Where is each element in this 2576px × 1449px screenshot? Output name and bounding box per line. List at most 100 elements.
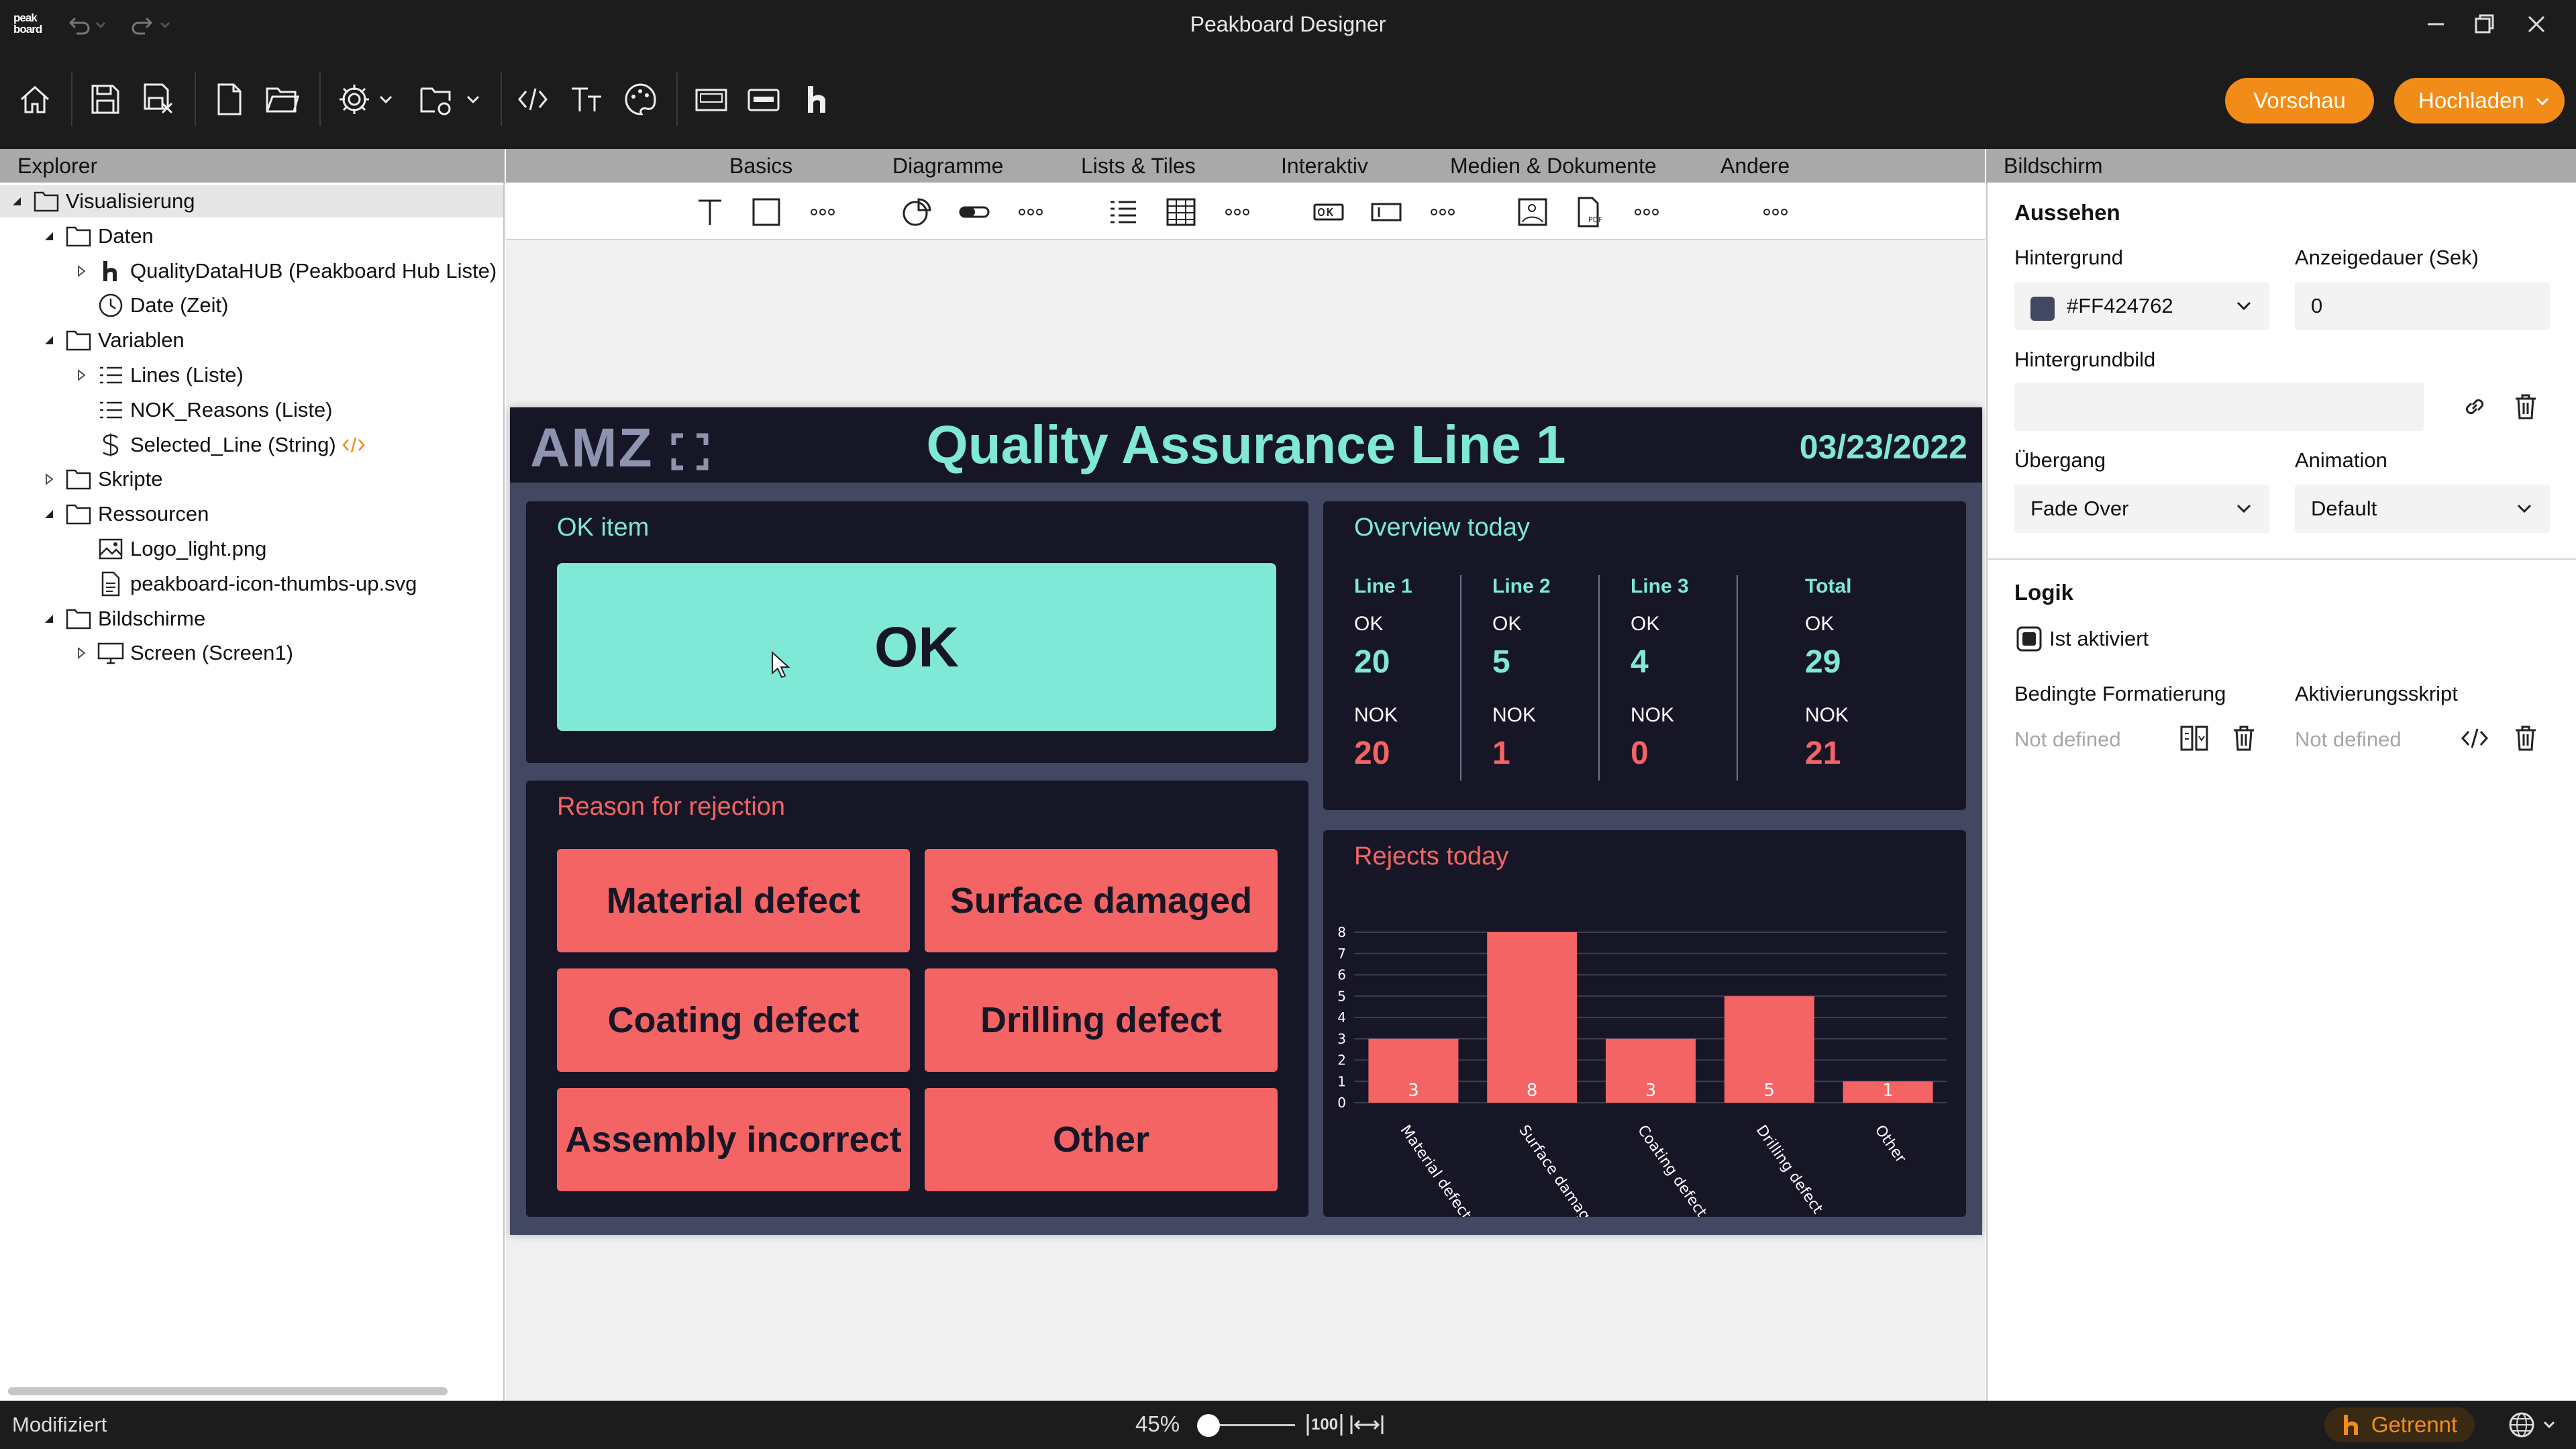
delete-icon[interactable]: [2226, 721, 2261, 756]
palette-icon[interactable]: [619, 78, 662, 121]
text-element-icon[interactable]: [690, 192, 730, 232]
new-file-icon[interactable]: [208, 78, 251, 121]
reason-button-material-defect[interactable]: Material defect: [557, 849, 910, 952]
tree-item[interactable]: peakboard-icon-thumbs-up.svg: [0, 568, 503, 600]
chevron-down-icon[interactable]: [376, 78, 396, 121]
tree-item[interactable]: Bildschirme: [0, 603, 503, 635]
expand-arrow-icon[interactable]: [40, 332, 58, 349]
display-duration-label: Anzeigedauer (Sek): [2295, 246, 2479, 269]
reason-button-drilling-defect[interactable]: Drilling defect: [925, 968, 1278, 1072]
zoom-slider-handle[interactable]: [1197, 1414, 1220, 1437]
dashboard-screen[interactable]: AMZ Quality Assurance Line 1 03/23/2022 …: [510, 407, 1982, 1235]
delete-icon[interactable]: [2508, 389, 2543, 424]
tab-other[interactable]: Andere: [1720, 149, 1790, 183]
horizontal-scrollbar[interactable]: [8, 1387, 448, 1395]
close-icon[interactable]: [2523, 11, 2550, 38]
tree-item[interactable]: Variablen: [0, 324, 503, 356]
collapse-arrow-icon[interactable]: [72, 644, 90, 662]
background-image-input[interactable]: [2014, 383, 2424, 431]
open-folder-icon[interactable]: [260, 78, 303, 121]
more-lists-icon[interactable]: [1217, 192, 1257, 232]
fit-width-icon[interactable]: [1349, 1411, 1385, 1438]
reason-button-assembly-incorrect[interactable]: Assembly incorrect: [557, 1088, 910, 1191]
settings-icon[interactable]: [333, 78, 376, 121]
list-element-icon[interactable]: [1103, 192, 1143, 232]
link-icon[interactable]: [2457, 389, 2492, 424]
textbox-element-icon[interactable]: [1366, 192, 1406, 232]
button-element-icon[interactable]: [1308, 192, 1349, 232]
image-element-icon[interactable]: [1512, 192, 1553, 232]
reason-button-other[interactable]: Other: [925, 1088, 1278, 1191]
collapse-arrow-icon[interactable]: [72, 366, 90, 384]
script-code-icon[interactable]: [342, 435, 366, 455]
preview-button[interactable]: Vorschau: [2225, 78, 2374, 123]
transition-dropdown[interactable]: Fade Over: [2014, 485, 2269, 533]
table-element-icon[interactable]: [1161, 192, 1201, 232]
language-globe-icon[interactable]: [2507, 1410, 2563, 1440]
tab-diagrams[interactable]: Diagramme: [892, 149, 1003, 183]
project-settings-icon[interactable]: [415, 78, 458, 121]
pie-chart-icon[interactable]: [896, 192, 937, 232]
tree-item[interactable]: Skripte: [0, 463, 503, 495]
connection-status-badge[interactable]: Getrennt: [2324, 1407, 2475, 1442]
reason-button-coating-defect[interactable]: Coating defect: [557, 968, 910, 1072]
code-icon[interactable]: [511, 78, 554, 121]
tree-item[interactable]: Logo_light.png: [0, 533, 503, 565]
tab-interactive[interactable]: Interaktiv: [1281, 149, 1368, 183]
minimize-icon[interactable]: [2422, 11, 2449, 38]
tab-media-documents[interactable]: Medien & Dokumente: [1450, 149, 1657, 183]
display-duration-input[interactable]: 0: [2295, 282, 2550, 330]
ok-label: OK: [1631, 613, 1660, 635]
pdf-element-icon[interactable]: PDF: [1569, 192, 1609, 232]
animation-value: Default: [2311, 497, 2377, 520]
tree-item[interactable]: Screen (Screen1): [0, 637, 503, 669]
more-interactive-icon[interactable]: [1423, 192, 1463, 232]
more-media-icon[interactable]: [1627, 192, 1667, 232]
tree-item[interactable]: Visualisierung: [0, 185, 503, 217]
rectangle-element-icon[interactable]: [746, 192, 786, 232]
more-basics-icon[interactable]: [803, 192, 843, 232]
save-icon[interactable]: [83, 78, 126, 121]
hub-icon[interactable]: [796, 78, 839, 121]
zoom-100-button[interactable]: 100: [1306, 1411, 1343, 1438]
tree-item[interactable]: Selected_Line (String): [0, 429, 503, 461]
expand-arrow-icon[interactable]: [40, 505, 58, 523]
edit-conditional-formatting-icon[interactable]: [2177, 721, 2212, 756]
tree-item[interactable]: Ressourcen: [0, 498, 503, 530]
enabled-checkbox[interactable]: [2012, 621, 2047, 656]
column-divider: [1737, 575, 1738, 781]
bar-gauge-icon[interactable]: [954, 192, 994, 232]
save-as-icon[interactable]: [137, 78, 180, 121]
code-icon[interactable]: [2457, 721, 2492, 756]
bar-value-label: 3: [1408, 1081, 1419, 1101]
chevron-down-icon[interactable]: [463, 78, 483, 121]
tree-item[interactable]: Lines (Liste): [0, 359, 503, 391]
expand-arrow-icon[interactable]: [40, 228, 58, 245]
upload-button[interactable]: Hochladen: [2394, 78, 2565, 123]
collapse-arrow-icon[interactable]: [72, 262, 90, 280]
tab-lists-tiles[interactable]: Lists & Tiles: [1081, 149, 1196, 183]
edge-icon[interactable]: [742, 78, 785, 121]
fonts-icon[interactable]: [565, 78, 608, 121]
more-diagrams-icon[interactable]: [1011, 192, 1051, 232]
ok-count: 5: [1492, 644, 1510, 680]
tree-item[interactable]: QualityDataHUB (Peakboard Hub Liste): [0, 255, 503, 287]
chevron-down-icon: [2234, 499, 2253, 518]
tree-item[interactable]: NOK_Reasons (Liste): [0, 394, 503, 426]
peakboard-box-icon[interactable]: [690, 78, 733, 121]
expand-arrow-icon[interactable]: [40, 610, 58, 628]
restore-icon[interactable]: [2471, 11, 2497, 38]
tree-item[interactable]: Daten: [0, 220, 503, 252]
ok-button[interactable]: OK: [557, 563, 1276, 731]
delete-icon[interactable]: [2508, 721, 2543, 756]
home-icon[interactable]: [13, 78, 56, 121]
collapse-arrow-icon[interactable]: [40, 470, 58, 488]
tree-item[interactable]: Date (Zeit): [0, 289, 503, 321]
activation-script-value: Not defined: [2295, 728, 2402, 751]
tab-basics[interactable]: Basics: [729, 149, 792, 183]
reason-button-surface-damaged[interactable]: Surface damaged: [925, 849, 1278, 952]
animation-dropdown[interactable]: Default: [2295, 485, 2550, 533]
background-color-dropdown[interactable]: #FF424762: [2014, 282, 2269, 330]
expand-arrow-icon[interactable]: [8, 193, 25, 210]
more-other-icon[interactable]: [1755, 192, 1796, 232]
